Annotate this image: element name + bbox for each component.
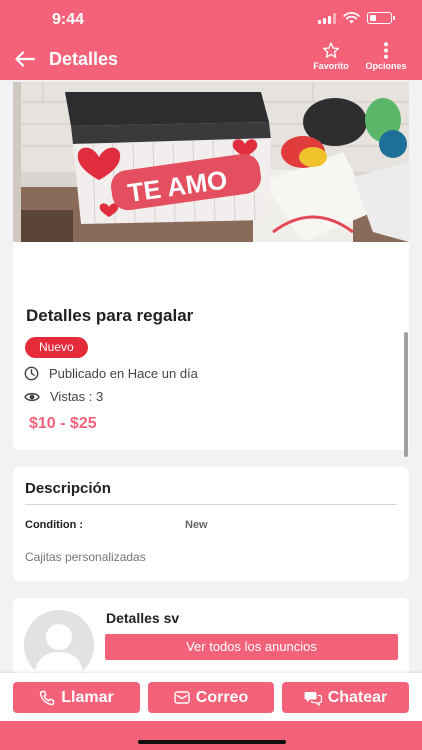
eye-icon xyxy=(24,392,40,401)
signal-icon xyxy=(318,12,336,24)
scrollbar[interactable] xyxy=(404,332,408,457)
arrow-left-icon xyxy=(15,51,35,67)
back-button[interactable] xyxy=(12,46,38,72)
favorite-button[interactable]: Favorito xyxy=(308,42,354,71)
divider xyxy=(25,504,397,505)
status-icons xyxy=(318,12,395,24)
favorite-label: Favorito xyxy=(313,61,349,71)
status-time: 9:44 xyxy=(52,11,85,28)
published-text: Publicado en Hace un día xyxy=(49,366,198,381)
product-card: TE AMO Detalles para regalar Nuevo Publi… xyxy=(13,82,409,457)
chat-button[interactable]: Chatear xyxy=(282,682,409,713)
app-header: 9:44 Detalles Favorito Opciones xyxy=(0,0,422,80)
condition-label: Condition : xyxy=(25,519,84,531)
mail-button[interactable]: Correo xyxy=(148,682,274,713)
more-vertical-icon xyxy=(384,42,388,59)
battery-icon xyxy=(367,12,395,24)
options-button[interactable]: Opciones xyxy=(360,42,412,71)
star-icon xyxy=(322,42,340,58)
avatar[interactable] xyxy=(24,610,94,680)
call-button[interactable]: Llamar xyxy=(13,682,140,713)
chat-label: Chatear xyxy=(327,688,388,706)
product-photo: TE AMO xyxy=(13,82,409,242)
call-label: Llamar xyxy=(61,688,114,706)
description-text: Cajitas personalizadas xyxy=(25,550,146,564)
home-indicator[interactable] xyxy=(138,740,286,744)
product-title: Detalles para regalar xyxy=(26,306,194,325)
mail-icon xyxy=(174,691,190,704)
phone-icon xyxy=(40,690,55,705)
product-image[interactable]: TE AMO xyxy=(13,82,409,242)
condition-value: New xyxy=(185,519,208,531)
condition-badge: Nuevo xyxy=(25,337,88,358)
bottom-safe-area xyxy=(0,721,422,750)
mail-label: Correo xyxy=(195,688,249,706)
views-row: Vistas : 3 xyxy=(24,389,103,404)
view-all-ads-button[interactable]: Ver todos los anuncios xyxy=(105,634,398,660)
chat-icon xyxy=(304,691,322,706)
wifi-icon xyxy=(343,12,360,24)
user-placeholder-icon xyxy=(34,624,84,676)
clock-icon xyxy=(24,366,39,381)
price: $10 - $25 xyxy=(29,415,97,432)
page-title: Detalles xyxy=(49,49,119,69)
description-heading: Descripción xyxy=(25,480,111,497)
options-label: Opciones xyxy=(365,61,407,71)
description-card: Descripción Condition : New Cajitas pers… xyxy=(13,467,409,581)
views-text: Vistas : 3 xyxy=(50,389,104,404)
seller-name: Detalles sv xyxy=(106,610,180,626)
published-row: Publicado en Hace un día xyxy=(24,366,198,381)
